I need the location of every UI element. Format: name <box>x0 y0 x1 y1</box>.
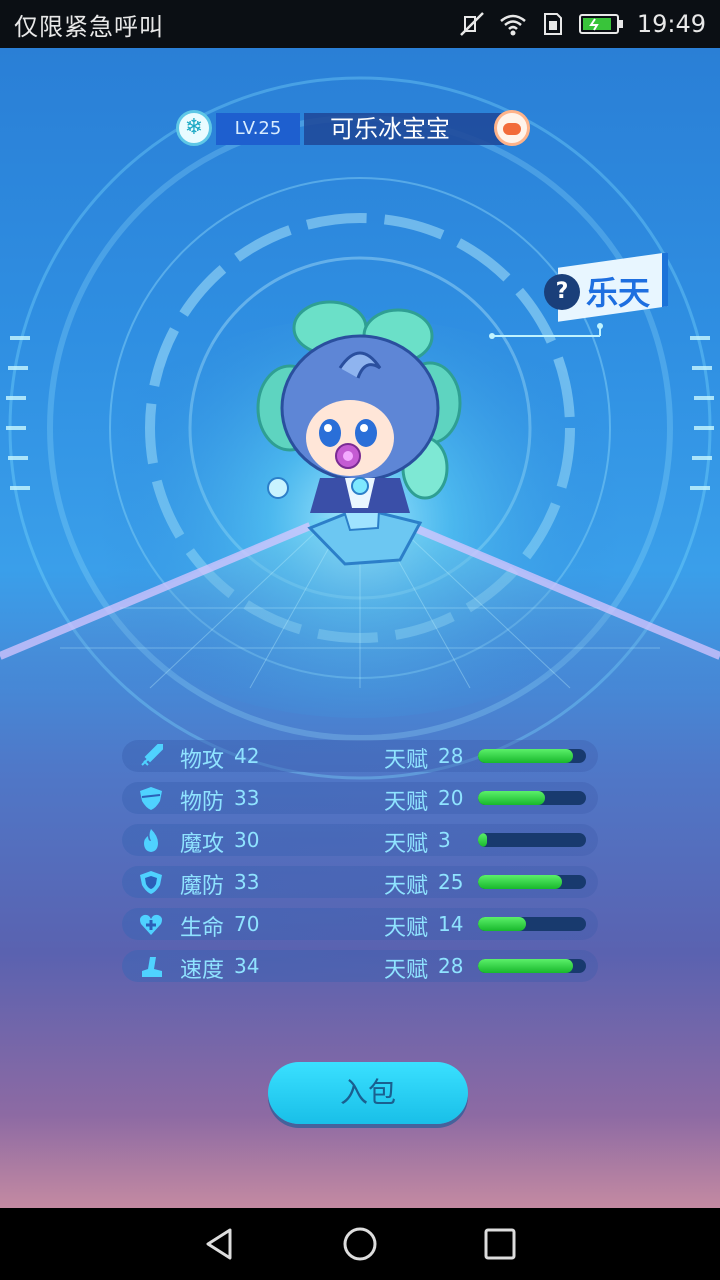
stat-row: 物攻 42 天赋 28 <box>122 740 598 773</box>
talent-value: 25 <box>438 870 464 894</box>
stat-row: 生命 70 天赋 14 <box>122 908 598 941</box>
stat-value: 42 <box>234 744 260 768</box>
stat-value: 34 <box>234 954 260 978</box>
stat-row: 物防 33 天赋 20 <box>122 782 598 815</box>
talent-label: 天赋 <box>384 790 429 815</box>
talent-bar-fill <box>478 833 487 847</box>
boot-icon <box>142 957 162 977</box>
pet-face-icon <box>494 110 530 146</box>
battery-icon <box>578 14 623 34</box>
talent-bar <box>478 749 586 763</box>
recents-icon <box>484 1228 516 1260</box>
stat-value: 30 <box>234 828 260 852</box>
home-button[interactable] <box>336 1220 384 1268</box>
stat-label: 魔攻 <box>180 832 225 857</box>
stat-label: 物攻 <box>180 748 225 773</box>
pet-level: LV.25 <box>216 113 300 145</box>
back-icon <box>206 1228 232 1260</box>
stat-row: 魔攻 30 天赋 3 <box>122 824 598 857</box>
talent-bar-fill <box>478 959 574 973</box>
talent-label: 天赋 <box>384 916 429 941</box>
stat-row: 速度 34 天赋 28 <box>122 950 598 983</box>
stat-label: 物防 <box>180 790 225 815</box>
pet-character[interactable] <box>250 298 470 568</box>
sim-icon <box>543 13 562 35</box>
help-icon[interactable]: ? <box>544 274 580 310</box>
wifi-icon <box>500 14 526 36</box>
stat-label: 魔防 <box>180 874 225 899</box>
talent-bar <box>478 917 586 931</box>
stat-value: 33 <box>234 786 260 810</box>
talent-label: 天赋 <box>384 874 429 899</box>
pet-name: 可乐冰宝宝 <box>304 113 504 145</box>
talent-bar <box>478 833 586 847</box>
home-icon <box>343 1227 377 1261</box>
sword-icon <box>141 744 163 766</box>
portal-background <box>0 76 720 780</box>
clock: 19:49 <box>636 10 706 38</box>
talent-bar-fill <box>478 917 526 931</box>
talent-value: 28 <box>438 954 464 978</box>
stat-row: 魔防 33 天赋 25 <box>122 866 598 899</box>
tag-text: 乐天 <box>586 274 651 312</box>
talent-label: 天赋 <box>384 958 429 983</box>
stat-value: 70 <box>234 912 260 936</box>
magic-shield-icon <box>140 871 162 894</box>
talent-value: 28 <box>438 744 464 768</box>
talent-bar <box>478 959 586 973</box>
stat-value: 33 <box>234 870 260 894</box>
stat-label: 生命 <box>180 916 225 941</box>
snowflake-icon: ❄ <box>176 110 212 146</box>
talent-bar <box>478 791 586 805</box>
talent-bar <box>478 875 586 889</box>
talent-value: 14 <box>438 912 464 936</box>
carrier-text: 仅限紧急呼叫 <box>14 12 164 41</box>
stat-label: 速度 <box>180 958 225 983</box>
add-to-bag-button[interactable]: 入包 <box>268 1062 468 1124</box>
shield-icon <box>140 787 162 810</box>
stats-panel: 物攻 42 天赋 28 物防 33 天赋 20 魔攻 30 天赋 3 魔防 33 天赋 25 生命 70 天赋 14 速… <box>122 740 598 992</box>
flame-icon <box>144 829 158 852</box>
talent-value: 20 <box>438 786 464 810</box>
talent-bar-fill <box>478 875 563 889</box>
recents-button[interactable] <box>476 1220 524 1268</box>
pet-header: ❄ LV.25 可乐冰宝宝 <box>176 110 532 146</box>
talent-label: 天赋 <box>384 832 429 857</box>
no-sound-icon <box>459 12 484 36</box>
talent-value: 3 <box>438 828 451 852</box>
status-bar: 仅限紧急呼叫 19:49 <box>0 0 720 48</box>
talent-bar-fill <box>478 749 574 763</box>
talent-label: 天赋 <box>384 748 429 773</box>
heart-icon <box>140 914 162 935</box>
talent-bar-fill <box>478 791 545 805</box>
pet-detail-screen: ❄ LV.25 可乐冰宝宝 ? 乐天 物攻 42 天赋 28 物防 33 天赋 … <box>0 48 720 1208</box>
personality-tag[interactable]: ? 乐天 <box>544 252 668 322</box>
back-button[interactable] <box>196 1220 244 1268</box>
status-icons: 19:49 <box>459 10 706 38</box>
navigation-bar <box>0 1208 720 1280</box>
